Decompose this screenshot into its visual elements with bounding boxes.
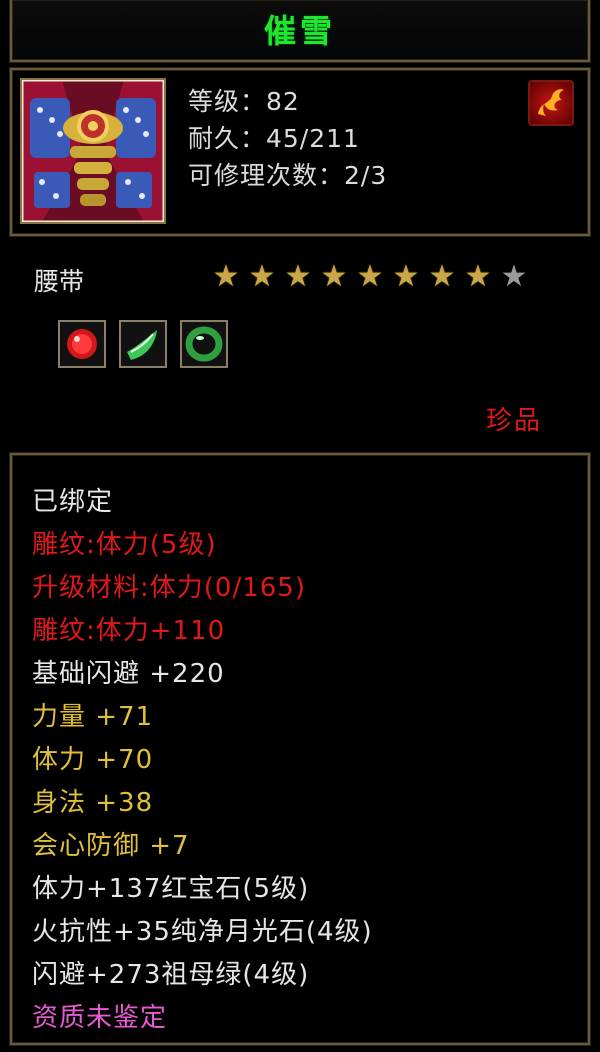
rarity-label: 珍品 xyxy=(486,406,543,436)
star-icon: ★ xyxy=(392,259,420,294)
flame-glyph xyxy=(538,89,564,116)
attribute-line: 体力 +70 xyxy=(32,745,154,775)
attribute-line: 身法 +38 xyxy=(32,788,154,818)
attribute-list: 已绑定雕纹:体力(5级) 升级材料:体力(0/165) 雕纹:体力+110 基础闪避 … xyxy=(32,481,373,1040)
attribute-line: 火抗性+35纯净月光石(4级) xyxy=(32,917,373,947)
attribute-line: 基础闪避 +220 xyxy=(32,659,225,689)
title-bar: 催雪 xyxy=(10,0,590,62)
fire-element-icon xyxy=(528,80,574,126)
star-icon: ★ xyxy=(320,259,348,294)
attribute-line: 闪避+273祖母绿(4级) xyxy=(32,960,310,990)
star-icon: ★ xyxy=(464,259,492,294)
star-rating: ★ ★ ★ ★ ★ ★ ★ ★ ★ xyxy=(210,262,530,292)
item-name: 催雪 xyxy=(263,12,336,50)
attribute-line: 已绑定 xyxy=(32,487,114,517)
star-icon: ★ xyxy=(500,259,528,294)
belt-item-icon xyxy=(20,78,166,224)
emerald-ring-gem-icon[interactable] xyxy=(180,320,228,368)
attribute-line: 体力+137红宝石(5级) xyxy=(32,874,310,904)
item-durability: 耐久：45/211 xyxy=(188,124,360,153)
item-type: 腰带 xyxy=(34,267,85,296)
star-icon: ★ xyxy=(212,259,240,294)
belt-icon-art xyxy=(22,80,164,222)
star-icon: ★ xyxy=(284,259,312,294)
item-level: 等级：82 xyxy=(188,87,300,116)
attribute-line: 会心防御 +7 xyxy=(32,831,190,861)
attribute-line: 雕纹:体力(5级) xyxy=(32,530,217,560)
star-icon: ★ xyxy=(356,259,384,294)
attribute-line: 力量 +71 xyxy=(32,702,154,732)
attribute-line: 升级材料:体力(0/165) xyxy=(32,573,306,603)
attribute-line: 资质未鉴定 xyxy=(32,1003,168,1033)
star-icon: ★ xyxy=(428,259,456,294)
red-ruby-gem-icon[interactable] xyxy=(58,320,106,368)
moonstone-gem-icon[interactable] xyxy=(119,320,167,368)
star-icon: ★ xyxy=(248,259,276,294)
item-repair-count: 可修理次数：2/3 xyxy=(188,161,388,190)
attribute-line: 雕纹:体力+110 xyxy=(32,616,226,646)
